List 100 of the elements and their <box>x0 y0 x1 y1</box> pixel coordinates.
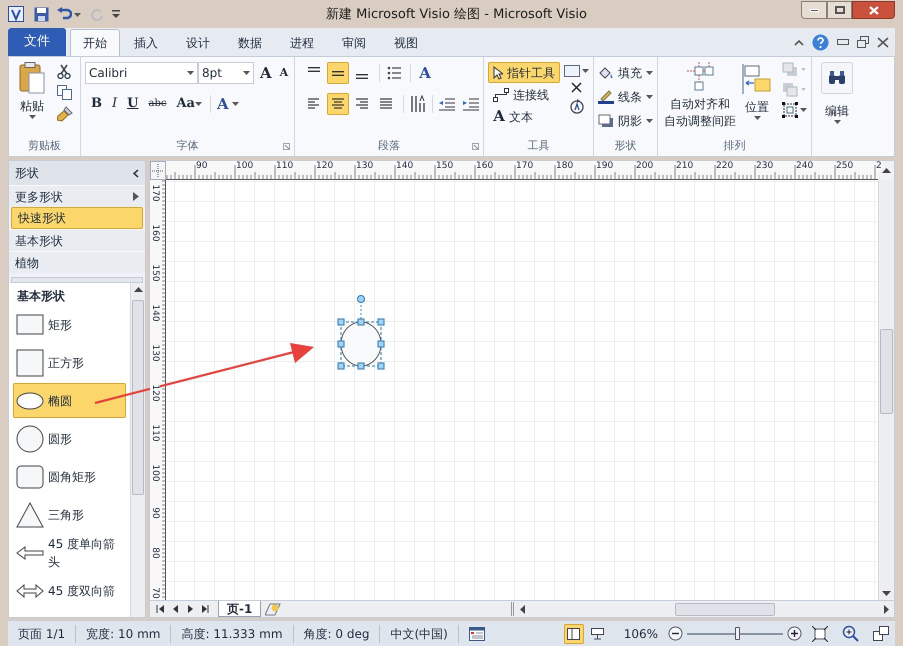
minimize-button[interactable] <box>801 1 827 19</box>
shape-item[interactable]: 椭圆 <box>13 383 126 418</box>
scrollbar[interactable] <box>130 283 145 617</box>
align-button[interactable] <box>327 92 350 114</box>
switch-windows-icon[interactable] <box>873 626 889 641</box>
status-text: 角度: 0 deg <box>294 624 380 642</box>
ribbon-tab[interactable]: 文件 <box>8 28 66 56</box>
scrollbar-thumb[interactable] <box>675 602 776 616</box>
font-name-field[interactable]: Calibri <box>85 62 198 84</box>
panel-nav-item[interactable]: 植物 <box>9 251 145 273</box>
shape-item[interactable]: 圆形 <box>13 421 126 456</box>
paste-button[interactable]: 粘贴 <box>13 62 51 122</box>
scissors-icon[interactable] <box>57 64 71 79</box>
shrink-font-button[interactable]: A <box>278 65 290 82</box>
dialog-launcher-icon[interactable] <box>472 143 480 150</box>
page-first-icon[interactable] <box>156 605 165 613</box>
scroll-up-icon[interactable] <box>882 168 890 173</box>
fit-page-icon[interactable] <box>812 626 828 642</box>
ribbon-tab[interactable]: 数据 <box>224 29 276 56</box>
zoom-in-icon[interactable] <box>787 626 802 641</box>
shape-item[interactable]: 圆角矩形 <box>13 459 126 494</box>
ruler-label: 170 <box>150 184 160 202</box>
bullet-list-icon[interactable] <box>386 65 402 82</box>
shape-item[interactable]: 三角形 <box>13 497 126 532</box>
text-direction-icon[interactable] <box>410 94 426 112</box>
ribbon-tab[interactable]: 开始 <box>70 29 120 56</box>
panel-nav-item[interactable]: 快速形状 <box>11 207 143 229</box>
decrease-indent-icon[interactable] <box>439 96 456 110</box>
save-icon[interactable] <box>34 6 49 22</box>
editing-button[interactable]: 编辑 <box>820 62 854 156</box>
paint-bucket-icon <box>598 66 614 80</box>
collapse-icon[interactable] <box>132 168 139 178</box>
page-tab[interactable]: 页-1 <box>218 601 262 617</box>
page-last-icon[interactable] <box>201 605 210 613</box>
shape-format-button[interactable]: 填充 <box>598 62 654 83</box>
close-icon[interactable] <box>571 82 582 93</box>
group-icon[interactable] <box>782 102 798 118</box>
increase-indent-icon[interactable] <box>463 96 480 110</box>
binoculars-icon <box>828 71 846 85</box>
copy-icon[interactable] <box>57 85 72 100</box>
close-button[interactable] <box>852 1 895 19</box>
insert-page-icon[interactable] <box>265 602 282 616</box>
close-icon <box>868 6 878 14</box>
align-button[interactable] <box>327 62 350 84</box>
scrollbar[interactable] <box>878 180 894 600</box>
customize-toolbar-icon[interactable] <box>112 10 120 18</box>
rectangle-tool-icon[interactable] <box>564 65 580 77</box>
selected-circle-shape[interactable] <box>337 294 385 370</box>
rotate-text-icon[interactable] <box>568 98 585 114</box>
scrollbar-thumb[interactable] <box>880 329 893 414</box>
ribbon-tab[interactable]: 设计 <box>172 29 224 56</box>
macro-record-icon[interactable] <box>468 626 485 640</box>
zoom-out-icon[interactable] <box>668 626 683 641</box>
format-button[interactable]: U <box>125 94 140 114</box>
shape-format-button[interactable]: 阴影 <box>598 110 654 131</box>
grow-font-button[interactable]: A <box>258 62 274 84</box>
format-button[interactable]: B <box>89 94 104 114</box>
ribbon-tab[interactable]: 审阅 <box>328 29 380 56</box>
tool-button[interactable]: 指针工具 <box>488 62 560 83</box>
view-button[interactable] <box>564 624 584 644</box>
auto-align-button[interactable]: 自动对齐和 自动调整间距 <box>664 62 736 130</box>
slider-thumb[interactable] <box>734 626 740 640</box>
shape-item[interactable]: 正方形 <box>13 345 126 380</box>
font-color-button[interactable]: A <box>216 92 239 115</box>
shape-item[interactable]: 矩形 <box>13 307 126 342</box>
format-button[interactable]: abc <box>146 96 168 112</box>
page-prev-icon[interactable] <box>171 605 180 613</box>
shape-format-button[interactable]: 线条 <box>598 86 654 107</box>
ribbon-tab[interactable]: 插入 <box>120 29 172 56</box>
tool-button[interactable]: A 文本 <box>488 106 560 127</box>
format-button[interactable]: Aa <box>174 94 204 114</box>
maximize-button[interactable] <box>827 1 852 19</box>
format-button[interactable]: I <box>110 94 120 114</box>
page-next-icon[interactable] <box>186 605 195 613</box>
dialog-launcher-icon[interactable] <box>283 143 290 150</box>
font-size-field[interactable]: 8pt <box>198 62 254 84</box>
panel-nav-item[interactable]: 基本形状 <box>9 229 145 251</box>
panel-nav-item[interactable]: 更多形状 <box>9 185 145 207</box>
help-icon[interactable] <box>812 34 829 50</box>
brush-icon[interactable] <box>57 106 73 122</box>
text-style-button[interactable]: A <box>419 62 431 84</box>
pan-zoom-icon[interactable] <box>842 625 859 642</box>
collapse-ribbon-icon[interactable] <box>794 38 804 46</box>
ruler-label: 100 <box>150 464 160 482</box>
scrollbar-thumb[interactable] <box>132 300 144 495</box>
tool-button[interactable]: 连接线 <box>488 84 560 105</box>
visio-logo-icon[interactable] <box>8 6 24 22</box>
scroll-up-icon <box>134 287 142 292</box>
ruler-label: 220 <box>716 161 734 171</box>
close-document-icon[interactable] <box>877 36 889 48</box>
restore-window-icon[interactable] <box>857 36 869 48</box>
minimize-ribbon-window-icon[interactable] <box>837 39 849 45</box>
undo-icon[interactable] <box>57 7 72 21</box>
zoom-slider[interactable] <box>687 626 783 640</box>
shape-item[interactable]: 45 度双向箭 <box>13 573 126 608</box>
ribbon-tab[interactable]: 进程 <box>276 29 328 56</box>
position-button[interactable]: 位置 <box>742 64 772 130</box>
scroll-left-icon <box>520 604 526 614</box>
ribbon-tab[interactable]: 视图 <box>380 29 432 56</box>
shape-item[interactable]: 45 度单向箭头 <box>13 535 126 570</box>
